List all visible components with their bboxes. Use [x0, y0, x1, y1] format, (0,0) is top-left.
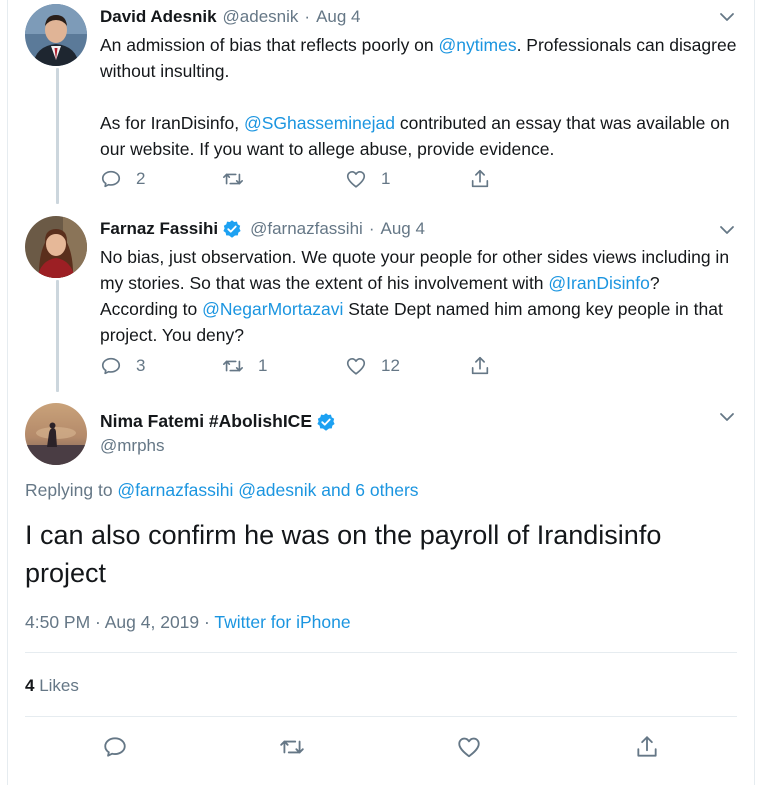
- replying-to: Replying to @farnazfassihi @adesnik and …: [25, 480, 419, 501]
- main-tweet-actions: [0, 734, 762, 760]
- share-icon: [637, 736, 657, 757]
- retweet-count: 1: [258, 356, 268, 375]
- verified-badge-icon: [317, 412, 335, 431]
- author-name[interactable]: Farnaz Fassihi: [100, 219, 218, 239]
- chevron-down-icon[interactable]: [718, 221, 736, 239]
- tweet-header: Farnaz Fassihi @farnazfassihi · Aug 4: [100, 219, 425, 239]
- share-icon: [471, 356, 489, 375]
- tweet-text: No bias, just observation. We quote your…: [100, 244, 740, 348]
- likes-summary[interactable]: 4 Likes: [25, 676, 79, 696]
- share-button[interactable]: [469, 355, 491, 377]
- mention-link[interactable]: @NegarMortazavi: [202, 299, 343, 319]
- mention-link[interactable]: @IranDisinfo: [548, 273, 649, 293]
- like-button[interactable]: 12: [345, 355, 400, 377]
- reply-icon: [104, 737, 126, 757]
- retweet-icon: [223, 360, 243, 372]
- tweet-actions: 2 1: [100, 168, 500, 192]
- like-icon: [458, 737, 480, 758]
- likes-label: Likes: [34, 676, 79, 695]
- separator-dot: ·: [304, 7, 311, 26]
- like-icon: [346, 171, 366, 188]
- retweet-icon: [280, 740, 304, 754]
- retweet-button[interactable]: [279, 734, 305, 760]
- tweet-text-segment: An admission of bias that reflects poorl…: [100, 35, 439, 55]
- author-name[interactable]: David Adesnik: [100, 7, 217, 27]
- tweet-timestamp[interactable]: 4:50 PM · Aug 4, 2019 ·: [25, 612, 214, 632]
- tweet-actions: 3 1 12: [100, 355, 500, 379]
- replying-label: Replying to: [25, 480, 118, 500]
- tweet-date[interactable]: Aug 4: [380, 219, 424, 239]
- author-handle[interactable]: @adesnik: [223, 7, 299, 27]
- divider: [25, 716, 737, 717]
- thread-line: [56, 280, 59, 392]
- replying-mentions-link[interactable]: @farnazfassihi @adesnik and 6 others: [117, 480, 418, 500]
- mention-link[interactable]: @SGhasseminejad: [244, 113, 395, 133]
- tweet-header: David Adesnik @adesnik · Aug 4: [100, 7, 361, 27]
- like-count: 1: [381, 169, 391, 188]
- avatar[interactable]: [25, 216, 87, 278]
- reply-count: 2: [136, 169, 146, 188]
- like-button[interactable]: 1: [345, 168, 390, 190]
- chevron-down-icon[interactable]: [718, 8, 736, 26]
- like-button[interactable]: [456, 734, 482, 760]
- divider: [25, 652, 737, 653]
- like-count: 12: [381, 356, 400, 375]
- reply-icon: [101, 357, 121, 375]
- reply-count: 3: [136, 356, 146, 375]
- tweet-date[interactable]: Aug 4: [316, 7, 360, 27]
- verified-badge-icon: [223, 220, 241, 238]
- author-name-row: Nima Fatemi #AbolishICE: [100, 411, 336, 432]
- reply-icon: [101, 170, 121, 188]
- author-handle[interactable]: @farnazfassihi: [250, 219, 363, 239]
- chevron-down-icon[interactable]: [718, 408, 736, 426]
- main-tweet-text: I can also confirm he was on the payroll…: [25, 520, 662, 588]
- author-name[interactable]: Nima Fatemi #AbolishICE: [100, 411, 312, 432]
- reply-button[interactable]: 3: [100, 355, 145, 377]
- avatar[interactable]: [25, 403, 87, 465]
- tweet-meta: 4:50 PM · Aug 4, 2019 · Twitter for iPho…: [25, 612, 351, 633]
- separator-dot: ·: [368, 219, 375, 238]
- reply-button[interactable]: 2: [100, 168, 145, 190]
- share-button[interactable]: [469, 168, 491, 190]
- reply-button[interactable]: [102, 734, 128, 760]
- share-icon: [471, 169, 489, 188]
- retweet-icon: [223, 173, 243, 185]
- thread-line: [56, 68, 59, 204]
- author-handle[interactable]: @mrphs: [100, 436, 165, 456]
- mention-link[interactable]: @nytimes: [439, 35, 517, 55]
- avatar[interactable]: [25, 4, 87, 66]
- tweet-text: An admission of bias that reflects poorl…: [100, 32, 740, 162]
- share-button[interactable]: [634, 734, 660, 760]
- tweet-source-link[interactable]: Twitter for iPhone: [214, 612, 350, 632]
- retweet-button[interactable]: [222, 168, 244, 190]
- tweet-text-segment: As for IranDisinfo,: [100, 113, 244, 133]
- retweet-button[interactable]: 1: [222, 355, 267, 377]
- like-icon: [346, 358, 366, 375]
